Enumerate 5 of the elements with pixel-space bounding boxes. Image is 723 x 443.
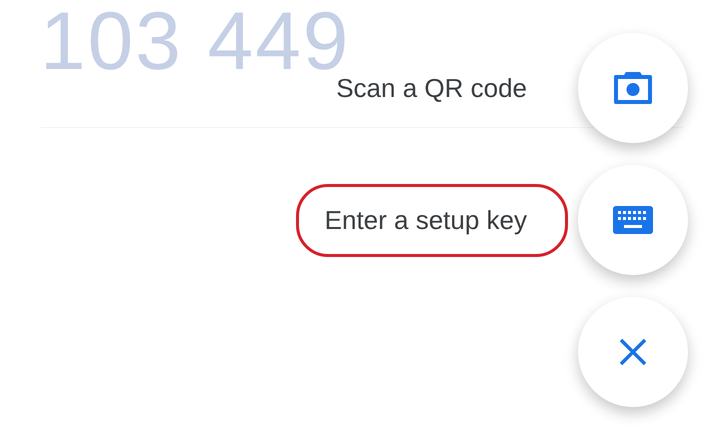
camera-icon [612, 70, 654, 106]
action-label[interactable]: Enter a setup key [296, 184, 568, 256]
keyboard-icon [613, 206, 653, 234]
close-icon [618, 337, 648, 367]
verification-code: 103 449 [40, 8, 350, 76]
